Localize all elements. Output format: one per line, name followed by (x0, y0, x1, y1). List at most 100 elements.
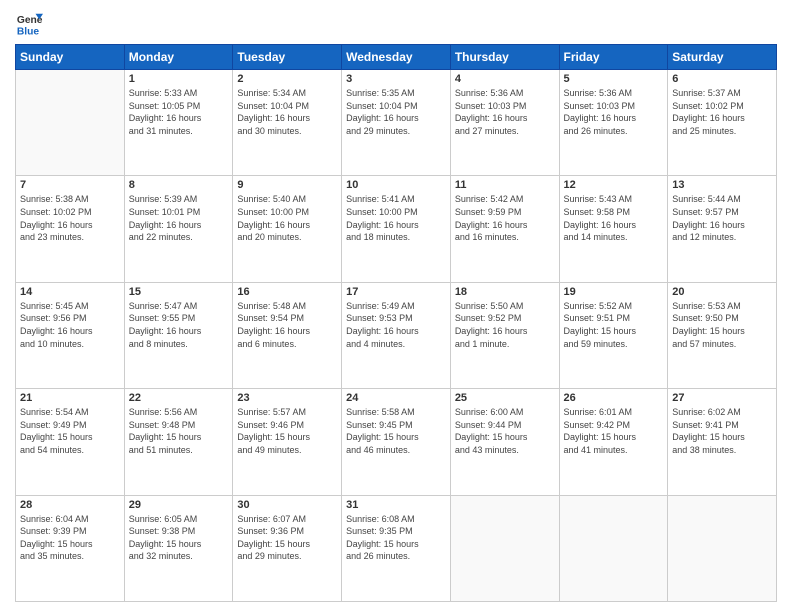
calendar-day-cell: 3 Sunrise: 5:35 AM Sunset: 10:04 PM Dayli… (342, 70, 451, 176)
day-detail: Sunrise: 5:49 AM Sunset: 9:53 PM Dayligh… (346, 300, 446, 350)
day-number: 11 (455, 179, 555, 191)
day-number: 20 (672, 286, 772, 298)
calendar-day-cell: 4 Sunrise: 5:36 AM Sunset: 10:03 PM Dayli… (450, 70, 559, 176)
day-detail: Sunrise: 5:34 AM Sunset: 10:04 PM Daylig… (237, 87, 337, 137)
calendar-week-row: 28 Sunrise: 6:04 AM Sunset: 9:39 PM Dayli… (16, 495, 777, 601)
calendar-day-cell (559, 495, 668, 601)
day-number: 14 (20, 286, 120, 298)
svg-text:Blue: Blue (17, 26, 40, 37)
day-detail: Sunrise: 6:02 AM Sunset: 9:41 PM Dayligh… (672, 406, 772, 456)
day-detail: Sunrise: 6:01 AM Sunset: 9:42 PM Dayligh… (564, 406, 664, 456)
day-number: 27 (672, 392, 772, 404)
day-number: 19 (564, 286, 664, 298)
day-detail: Sunrise: 5:36 AM Sunset: 10:03 PM Daylig… (455, 87, 555, 137)
weekday-header-cell: Tuesday (233, 45, 342, 70)
day-number: 4 (455, 73, 555, 85)
day-number: 28 (20, 499, 120, 511)
day-number: 22 (129, 392, 229, 404)
calendar-day-cell: 6 Sunrise: 5:37 AM Sunset: 10:02 PM Dayli… (668, 70, 777, 176)
calendar-day-cell: 14 Sunrise: 5:45 AM Sunset: 9:56 PM Dayli… (16, 282, 125, 388)
day-detail: Sunrise: 5:37 AM Sunset: 10:02 PM Daylig… (672, 87, 772, 137)
day-number: 7 (20, 179, 120, 191)
calendar-week-row: 14 Sunrise: 5:45 AM Sunset: 9:56 PM Dayli… (16, 282, 777, 388)
calendar-day-cell: 27 Sunrise: 6:02 AM Sunset: 9:41 PM Dayli… (668, 389, 777, 495)
day-detail: Sunrise: 5:39 AM Sunset: 10:01 PM Daylig… (129, 193, 229, 243)
day-detail: Sunrise: 5:33 AM Sunset: 10:05 PM Daylig… (129, 87, 229, 137)
weekday-header-cell: Thursday (450, 45, 559, 70)
calendar-day-cell: 13 Sunrise: 5:44 AM Sunset: 9:57 PM Dayli… (668, 176, 777, 282)
day-detail: Sunrise: 6:00 AM Sunset: 9:44 PM Dayligh… (455, 406, 555, 456)
calendar-day-cell: 15Sunrise: 5:47 AM Sunset: 9:55 PM Dayli… (124, 282, 233, 388)
calendar-day-cell: 8 Sunrise: 5:39 AM Sunset: 10:01 PM Dayli… (124, 176, 233, 282)
day-number: 5 (564, 73, 664, 85)
calendar-day-cell: 21Sunrise: 5:54 AM Sunset: 9:49 PM Dayli… (16, 389, 125, 495)
calendar-day-cell: 20 Sunrise: 5:53 AM Sunset: 9:50 PM Dayli… (668, 282, 777, 388)
day-number: 8 (129, 179, 229, 191)
day-number: 29 (129, 499, 229, 511)
calendar-day-cell: 23Sunrise: 5:57 AM Sunset: 9:46 PM Dayli… (233, 389, 342, 495)
day-number: 3 (346, 73, 446, 85)
day-detail: Sunrise: 6:05 AM Sunset: 9:38 PM Dayligh… (129, 513, 229, 563)
calendar-day-cell: 30Sunrise: 6:07 AM Sunset: 9:36 PM Dayli… (233, 495, 342, 601)
day-detail: Sunrise: 5:41 AM Sunset: 10:00 PM Daylig… (346, 193, 446, 243)
calendar-day-cell: 9Sunrise: 5:40 AM Sunset: 10:00 PM Dayli… (233, 176, 342, 282)
day-detail: Sunrise: 6:08 AM Sunset: 9:35 PM Dayligh… (346, 513, 446, 563)
page: General Blue SundayMondayTuesdayWednesda… (0, 0, 792, 612)
weekday-header-cell: Friday (559, 45, 668, 70)
weekday-header-cell: Saturday (668, 45, 777, 70)
day-detail: Sunrise: 5:40 AM Sunset: 10:00 PM Daylig… (237, 193, 337, 243)
day-detail: Sunrise: 5:58 AM Sunset: 9:45 PM Dayligh… (346, 406, 446, 456)
calendar-day-cell: 1 Sunrise: 5:33 AM Sunset: 10:05 PM Dayli… (124, 70, 233, 176)
calendar-day-cell (450, 495, 559, 601)
calendar-day-cell: 22Sunrise: 5:56 AM Sunset: 9:48 PM Dayli… (124, 389, 233, 495)
day-detail: Sunrise: 5:38 AM Sunset: 10:02 PM Daylig… (20, 193, 120, 243)
weekday-header-cell: Sunday (16, 45, 125, 70)
calendar-day-cell: 16 Sunrise: 5:48 AM Sunset: 9:54 PM Dayli… (233, 282, 342, 388)
calendar-day-cell (16, 70, 125, 176)
day-detail: Sunrise: 5:43 AM Sunset: 9:58 PM Dayligh… (564, 193, 664, 243)
weekday-header-cell: Wednesday (342, 45, 451, 70)
header: General Blue (15, 10, 777, 38)
day-number: 1 (129, 73, 229, 85)
day-number: 24 (346, 392, 446, 404)
calendar-day-cell: 26 Sunrise: 6:01 AM Sunset: 9:42 PM Dayli… (559, 389, 668, 495)
day-number: 31 (346, 499, 446, 511)
day-number: 17 (346, 286, 446, 298)
calendar-day-cell (668, 495, 777, 601)
calendar-day-cell: 24 Sunrise: 5:58 AM Sunset: 9:45 PM Dayli… (342, 389, 451, 495)
calendar-day-cell: 17 Sunrise: 5:49 AM Sunset: 9:53 PM Dayli… (342, 282, 451, 388)
day-detail: Sunrise: 5:47 AM Sunset: 9:55 PM Dayligh… (129, 300, 229, 350)
calendar-day-cell: 18Sunrise: 5:50 AM Sunset: 9:52 PM Dayli… (450, 282, 559, 388)
day-number: 10 (346, 179, 446, 191)
calendar-day-cell: 12Sunrise: 5:43 AM Sunset: 9:58 PM Dayli… (559, 176, 668, 282)
calendar-day-cell: 11Sunrise: 5:42 AM Sunset: 9:59 PM Dayli… (450, 176, 559, 282)
day-detail: Sunrise: 5:54 AM Sunset: 9:49 PM Dayligh… (20, 406, 120, 456)
day-detail: Sunrise: 5:57 AM Sunset: 9:46 PM Dayligh… (237, 406, 337, 456)
calendar-week-row: 1 Sunrise: 5:33 AM Sunset: 10:05 PM Dayli… (16, 70, 777, 176)
calendar-day-cell: 19 Sunrise: 5:52 AM Sunset: 9:51 PM Dayli… (559, 282, 668, 388)
calendar-day-cell: 5Sunrise: 5:36 AM Sunset: 10:03 PM Dayli… (559, 70, 668, 176)
calendar-day-cell: 10 Sunrise: 5:41 AM Sunset: 10:00 PM Dayl… (342, 176, 451, 282)
weekday-header-cell: Monday (124, 45, 233, 70)
calendar-day-cell: 29 Sunrise: 6:05 AM Sunset: 9:38 PM Dayli… (124, 495, 233, 601)
day-number: 2 (237, 73, 337, 85)
day-detail: Sunrise: 6:07 AM Sunset: 9:36 PM Dayligh… (237, 513, 337, 563)
calendar-week-row: 21Sunrise: 5:54 AM Sunset: 9:49 PM Dayli… (16, 389, 777, 495)
day-detail: Sunrise: 5:52 AM Sunset: 9:51 PM Dayligh… (564, 300, 664, 350)
day-number: 26 (564, 392, 664, 404)
day-detail: Sunrise: 5:48 AM Sunset: 9:54 PM Dayligh… (237, 300, 337, 350)
day-detail: Sunrise: 5:45 AM Sunset: 9:56 PM Dayligh… (20, 300, 120, 350)
day-detail: Sunrise: 5:50 AM Sunset: 9:52 PM Dayligh… (455, 300, 555, 350)
day-number: 6 (672, 73, 772, 85)
calendar-day-cell: 7 Sunrise: 5:38 AM Sunset: 10:02 PM Dayli… (16, 176, 125, 282)
day-number: 16 (237, 286, 337, 298)
day-detail: Sunrise: 5:53 AM Sunset: 9:50 PM Dayligh… (672, 300, 772, 350)
day-detail: Sunrise: 5:44 AM Sunset: 9:57 PM Dayligh… (672, 193, 772, 243)
day-number: 25 (455, 392, 555, 404)
day-detail: Sunrise: 6:04 AM Sunset: 9:39 PM Dayligh… (20, 513, 120, 563)
day-detail: Sunrise: 5:35 AM Sunset: 10:04 PM Daylig… (346, 87, 446, 137)
calendar-body: 1 Sunrise: 5:33 AM Sunset: 10:05 PM Dayli… (16, 70, 777, 602)
calendar-day-cell: 31 Sunrise: 6:08 AM Sunset: 9:35 PM Dayli… (342, 495, 451, 601)
calendar-day-cell: 28 Sunrise: 6:04 AM Sunset: 9:39 PM Dayli… (16, 495, 125, 601)
day-number: 13 (672, 179, 772, 191)
